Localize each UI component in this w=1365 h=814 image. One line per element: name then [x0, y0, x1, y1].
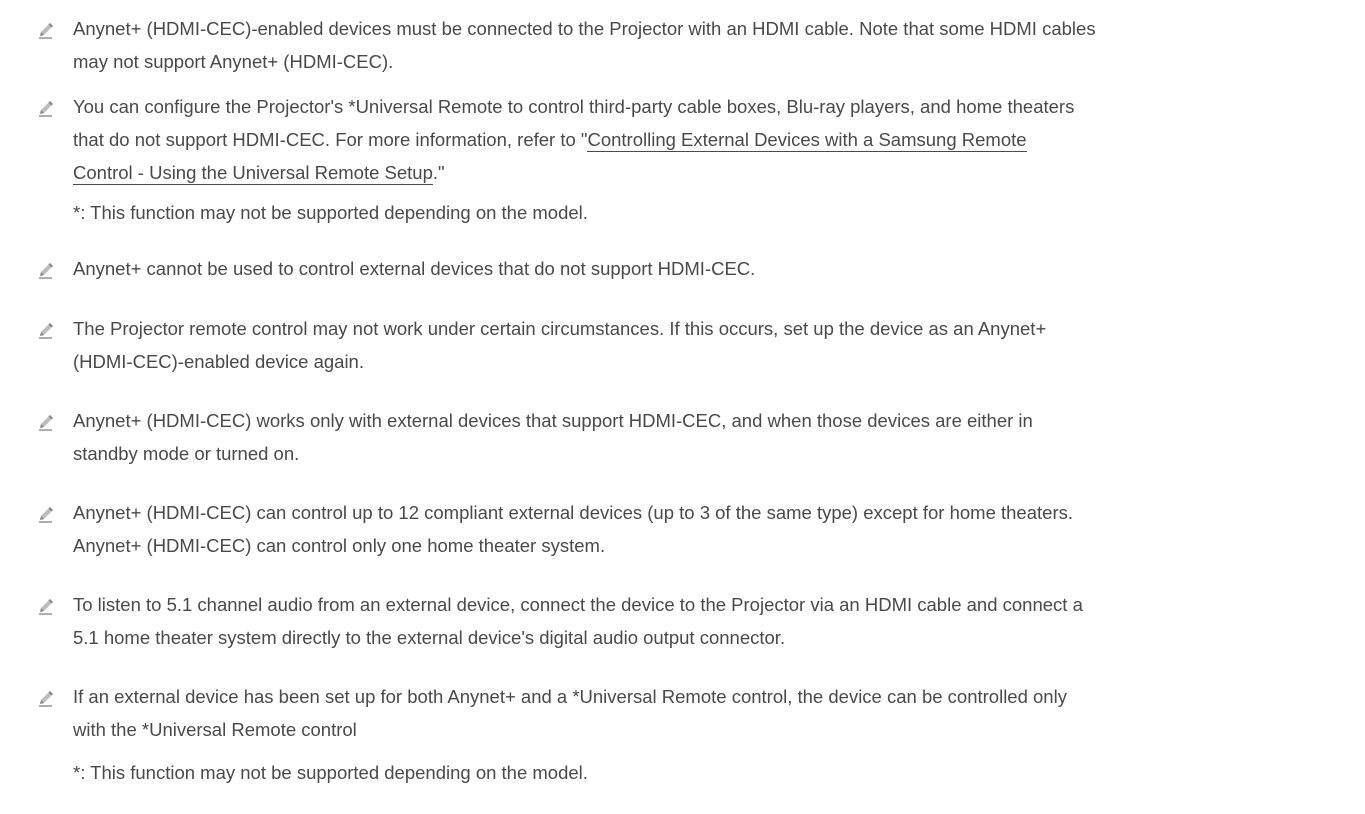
note-text: Anynet+ cannot be used to control extern… — [73, 258, 756, 279]
note-text: Anynet+ (HDMI-CEC) works only with exter… — [73, 410, 1033, 431]
note-item: Anynet+ (HDMI-CEC) can control up to 12 … — [0, 496, 1365, 562]
pencil-note-icon — [39, 415, 53, 431]
document-page: Anynet+ (HDMI-CEC)-enabled devices must … — [0, 0, 1365, 814]
pencil-note-icon — [39, 263, 53, 279]
note-text-with-link: that do not support HDMI-CEC. For more i… — [73, 123, 1357, 156]
note-text: You can configure the Projector's *Unive… — [73, 96, 1075, 117]
note-item: If an external device has been set up fo… — [0, 680, 1365, 746]
note-text: may not support Anynet+ (HDMI-CEC). — [73, 51, 394, 72]
pencil-note-icon — [39, 101, 53, 117]
note-text: The Projector remote control may not wor… — [73, 318, 1047, 339]
note-text: If an external device has been set up fo… — [73, 686, 1067, 707]
universal-remote-setup-link[interactable]: Control - Using the Universal Remote Set… — [73, 162, 433, 185]
note-text: Anynet+ (HDMI-CEC) can control only one … — [73, 535, 606, 556]
note-item: You can configure the Projector's *Unive… — [0, 90, 1365, 189]
footnote: *: This function may not be supported de… — [73, 762, 588, 783]
note-text: standby mode or turned on. — [73, 443, 300, 464]
note-item: The Projector remote control may not wor… — [0, 312, 1365, 378]
note-text: To listen to 5.1 channel audio from an e… — [73, 594, 1083, 615]
pencil-note-icon — [39, 323, 53, 339]
note-text: (HDMI-CEC)-enabled device again. — [73, 351, 364, 372]
pencil-note-icon — [39, 599, 53, 615]
note-item: To listen to 5.1 channel audio from an e… — [0, 588, 1365, 654]
note-text-with-link: Control - Using the Universal Remote Set… — [73, 156, 1357, 189]
note-text: ." — [432, 162, 445, 183]
pencil-note-icon — [39, 507, 53, 523]
note-text: 5.1 home theater system directly to the … — [73, 627, 786, 648]
note-text: Anynet+ (HDMI-CEC) can control up to 12 … — [73, 502, 1073, 523]
note-item: Anynet+ (HDMI-CEC) works only with exter… — [0, 404, 1365, 470]
pencil-note-icon — [39, 23, 53, 39]
note-item: Anynet+ (HDMI-CEC)-enabled devices must … — [0, 12, 1365, 78]
note-text: that do not support HDMI-CEC. For more i… — [73, 129, 588, 150]
footnote: *: This function may not be supported de… — [73, 202, 588, 223]
controlling-external-devices-link[interactable]: Controlling External Devices with a Sams… — [587, 129, 1027, 152]
note-text: with the *Universal Remote control — [73, 719, 357, 740]
note-text: Anynet+ (HDMI-CEC)-enabled devices must … — [73, 18, 1096, 39]
pencil-note-icon — [39, 691, 53, 707]
note-item: Anynet+ cannot be used to control extern… — [0, 252, 1365, 285]
